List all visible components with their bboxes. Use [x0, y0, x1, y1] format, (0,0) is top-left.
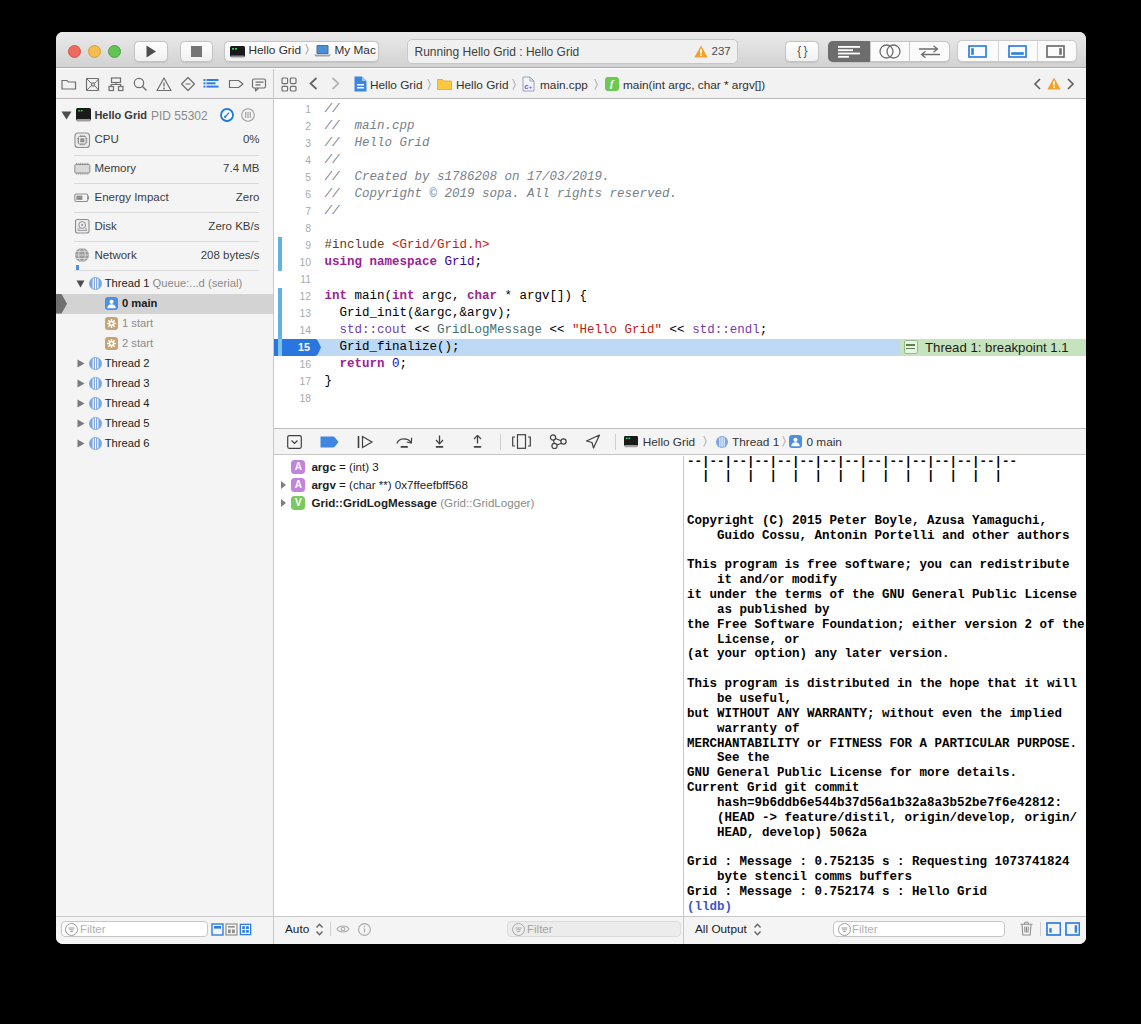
svg-text:c+: c+	[524, 82, 532, 91]
